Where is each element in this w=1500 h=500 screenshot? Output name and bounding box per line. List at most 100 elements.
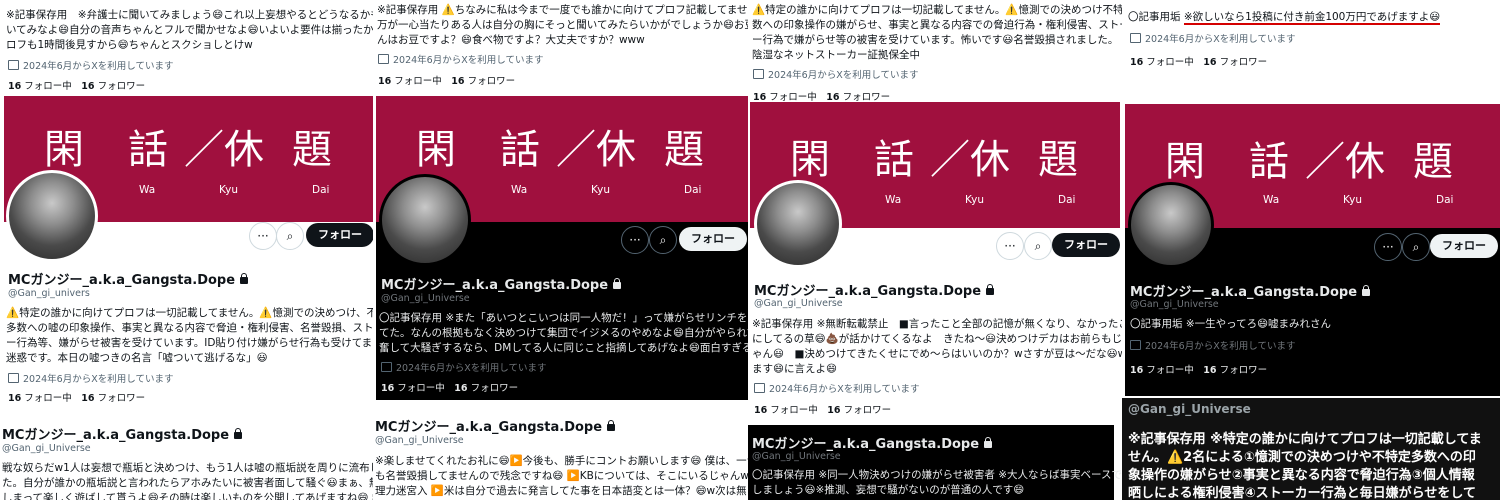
avatar[interactable]	[6, 170, 98, 262]
follow-button[interactable]: フォロー	[1052, 233, 1120, 257]
bio-line: 理力迷宮入 ▶️米は自分で過去に発言してた事を日本語変とは一体？😄w次は無	[375, 485, 747, 497]
follow-button[interactable]: フォロー	[679, 227, 747, 251]
screenshot-panel-4: 〇記事用垢 ※欲しいなら1投稿に付き前金100万円であげますよ😃 2024年6月…	[1122, 0, 1500, 500]
display-name: MCガンジー_a.k.a_Gangsta.Dope	[2, 424, 243, 443]
highlighted-text: ※欲しいなら1投稿に付き前金100万円であげますよ😃	[1183, 11, 1441, 25]
banner-kanji: 題	[1413, 139, 1453, 185]
banner-romaji: Kyu	[1343, 194, 1362, 206]
banner-kanji: 話	[1249, 139, 1289, 185]
banner-romaji: Dai	[312, 184, 330, 196]
banner-romaji: Dai	[1436, 194, 1454, 206]
banner-romaji: Wa	[139, 184, 156, 196]
banner-romaji: Dai	[684, 184, 702, 196]
search-icon[interactable]: ⌕	[649, 226, 677, 254]
bio-line: てた。なんの根拠もなく決めつけて集団でイジメるのやめなよ😄自分がやられて興	[379, 327, 748, 339]
banner-romaji: Dai	[1058, 194, 1076, 206]
bio-line: せん。⚠️2名による①憶測での決めつけや不特定多数への印	[1128, 450, 1476, 465]
top-text-line: ※記事保存用 ⚠️ちなみに私は今まで一度でも誰かに向けてプロフ記載してません。	[377, 4, 748, 16]
follow-stats[interactable]: 16 フォロー中 16 フォロワー	[381, 380, 518, 394]
user-handle: @Gan_gi_univers	[8, 288, 90, 299]
top-text-line: 万が一心当たりある人は自分の胸にそっと聞いてみたらいかがでしょうか😄お豆さ	[377, 19, 748, 31]
banner-kanji: 題	[292, 127, 332, 173]
follow-stats[interactable]: 16 フォロー中 16 フォロワー	[753, 89, 890, 103]
avatar[interactable]	[754, 180, 842, 268]
calendar-icon	[378, 54, 389, 64]
bio-line: 晒しによる権利侵害④ストーカー行為と毎日嫌がらせをして	[1128, 486, 1476, 500]
joined-date: 2024年6月からXを利用しています	[8, 58, 173, 72]
top-text-line: ※記事保存用 ※弁護士に聞いてみましょう😄これ以上妄想やるとどうなるかも聞	[6, 9, 373, 21]
banner-kanji: 話	[500, 127, 540, 173]
banner-romaji: Kyu	[965, 194, 984, 206]
more-button[interactable]: ···	[996, 232, 1024, 260]
bio-line: しましょう😃※推測、妄想で騒がないのが普通の人です😄	[752, 484, 1025, 496]
top-text-line: いてみなよ😄自分の音声ちゃんとフルで聞かせなよ😄いよいよ要件は揃ったからプ	[6, 24, 373, 36]
bio-line: ます😄に言えよ😄	[752, 363, 837, 375]
search-icon[interactable]: ⌕	[1402, 233, 1430, 261]
bio-line: ※楽しませてくれたお礼に😄▶️今後も、勝手にコントお願いします😄 僕は、一つ	[375, 455, 748, 467]
banner-kanji: 閑	[1165, 139, 1205, 185]
follow-button[interactable]: フォロー	[306, 223, 373, 247]
calendar-icon	[8, 60, 19, 70]
follow-stats[interactable]: 16 フォロー中 16 フォロワー	[1130, 54, 1267, 68]
user-handle: @Gan_gi_Universe	[381, 293, 470, 304]
follow-stats[interactable]: 16 フォロー中 16 フォロワー	[754, 402, 891, 416]
search-icon[interactable]: ⌕	[276, 222, 304, 250]
lock-icon	[1362, 285, 1371, 296]
user-handle: @Gan_gi_Universe	[1128, 402, 1251, 416]
calendar-icon	[754, 383, 765, 393]
bio-line: ⚠️特定の誰かに向けてプロフは一切記載してません。⚠️憶測での決めつけ、不特定	[6, 307, 373, 319]
search-icon[interactable]: ⌕	[1024, 232, 1052, 260]
more-button[interactable]: ···	[249, 222, 277, 250]
top-text-line: ロフも1時間後見すから😄ちゃんとスクショしとけw	[6, 39, 253, 51]
user-handle: @Gan_gi_Universe	[754, 298, 843, 309]
display-name: MCガンジー_a.k.a_Gangsta.Dope	[754, 280, 995, 299]
joined-date: 2024年6月からXを利用しています	[754, 381, 919, 395]
more-button[interactable]: ···	[1374, 233, 1402, 261]
bio-line: 戦な奴らだw1人は妄想で瓶垢と決めつけ、もう1人は嘘の瓶垢説を周りに流布し	[2, 462, 373, 474]
display-name: MCガンジー_a.k.a_Gangsta.Dope	[1130, 281, 1371, 300]
lock-icon	[613, 278, 622, 289]
screenshot-panel-2: ※記事保存用 ⚠️ちなみに私は今まで一度でも誰かに向けてプロフ記載してません。 …	[373, 0, 748, 500]
joined-date: 2024年6月からXを利用しています	[1130, 31, 1295, 45]
display-name: MCガンジー_a.k.a_Gangsta.Dope	[752, 433, 993, 452]
top-text-line: 数への印象操作の嫌がらせ、事実と異なる内容での脅迫行為・権利侵害、ストーカ	[752, 19, 1122, 31]
lock-icon	[984, 437, 993, 448]
banner-kanji: 閑	[416, 127, 456, 173]
banner-kanji: ／休	[930, 137, 1010, 183]
bio-line: 象操作の嫌がらせ②事実と異なる内容で脅迫行為③個人情報	[1128, 468, 1475, 483]
bio-line: 〇記事保存用 ※また「あいつとこいつは同一人物だ！」って嫌がらせリンチをやっ	[379, 312, 748, 324]
user-handle: @Gan_gi_Universe	[752, 451, 841, 462]
joined-date: 2024年6月からXを利用しています	[381, 360, 546, 374]
bio-line: ゃん😃 ■決めつけてきたくせにでめ～らはいいのか？wさすが豆は～だな😃w	[752, 348, 1122, 360]
user-handle: @Gan_gi_Universe	[1130, 299, 1219, 310]
avatar[interactable]	[379, 174, 471, 266]
banner-kanji: 題	[1038, 137, 1078, 183]
follow-button[interactable]: フォロー	[1430, 234, 1498, 258]
follow-stats[interactable]: 16 フォロー中 16 フォロワー	[8, 78, 145, 92]
banner-kanji: 話	[128, 127, 168, 173]
joined-date: 2024年6月からXを利用しています	[378, 52, 543, 66]
lock-icon	[986, 284, 995, 295]
avatar[interactable]	[1128, 182, 1214, 268]
user-handle: @Gan_gi_Universe	[2, 443, 91, 454]
joined-date: 2024年6月からXを利用しています	[8, 371, 173, 385]
display-name: MCガンジー_a.k.a_Gangsta.Dope	[381, 274, 622, 293]
banner-romaji: Kyu	[591, 184, 610, 196]
bio-line: 多数への嘘の印象操作、事実と異なる内容で脅迫・権利侵害、名誉毀損、ストーカ	[6, 322, 373, 334]
banner-kanji: ／休	[556, 127, 636, 173]
banner-romaji: Kyu	[219, 184, 238, 196]
banner-kanji: 閑	[790, 137, 830, 183]
bio-line: ※記事保存用 ※特定の誰かに向けてプロフは一切記載してま	[1128, 432, 1482, 447]
top-text-line: 陰湿なネットストーカー証拠保全中	[752, 49, 920, 61]
bio-line: も名誉毀損してませんので残念ですね😄 ▶️KBについては、そこにいるじゃんw推	[375, 470, 748, 482]
top-text-line: ー行為で嫌がらせ等の被害を受けています。怖いです😃名誉毀損されました。	[752, 34, 1119, 46]
bio-line: ※記事保存用 ※無断転載禁止 ■言ったこと全部の記憶が無くなり、なかったこと	[752, 318, 1122, 330]
display-name: MCガンジー_a.k.a_Gangsta.Dope	[375, 416, 616, 435]
follow-stats[interactable]: 16 フォロー中 16 フォロワー	[1130, 362, 1267, 376]
banner-kanji: 閑	[44, 127, 84, 173]
follow-stats[interactable]: 16 フォロー中 16 フォロワー	[8, 390, 145, 404]
follow-stats[interactable]: 16 フォロー中 16 フォロワー	[378, 73, 515, 87]
more-button[interactable]: ···	[621, 226, 649, 254]
banner-romaji: Wa	[885, 194, 902, 206]
banner-kanji: ／休	[184, 127, 264, 173]
